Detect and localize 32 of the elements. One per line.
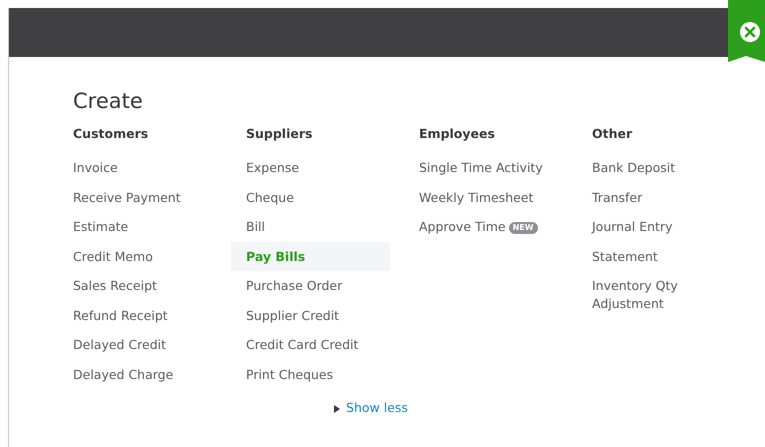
menu-item[interactable]: Transfer <box>577 182 736 212</box>
menu-item[interactable]: Bill <box>231 212 390 242</box>
menu-item[interactable]: Cheque <box>231 182 390 212</box>
column-heading: Other <box>592 126 634 142</box>
menu-item[interactable]: Single Time Activity <box>404 153 563 183</box>
caret-icon <box>334 404 340 413</box>
menu-item[interactable]: Refund Receipt <box>58 300 217 330</box>
close-button[interactable] <box>728 0 765 62</box>
column-heading: Suppliers <box>246 126 314 142</box>
menu-item[interactable]: Credit Card Credit <box>231 330 390 360</box>
show-less-link[interactable]: Show less <box>346 399 408 418</box>
menu-item[interactable]: Supplier Credit <box>231 300 390 330</box>
menu-item[interactable]: Credit Memo <box>58 242 217 272</box>
menu-item[interactable]: Inventory Qty Adjustment <box>577 271 736 318</box>
panel-title: Create <box>73 89 144 114</box>
new-badge: NEW <box>508 222 538 234</box>
menu-item[interactable]: Estimate <box>58 212 217 242</box>
menu-item[interactable]: Delayed Charge <box>58 360 217 390</box>
menu-item[interactable]: Print Cheques <box>231 360 390 390</box>
menu-item[interactable]: Statement <box>577 242 736 272</box>
menu-item[interactable]: Receive Payment <box>58 182 217 212</box>
menu-item[interactable]: Delayed Credit <box>58 330 217 360</box>
menu-item[interactable]: Bank Deposit <box>577 153 736 183</box>
menu-item[interactable]: Expense <box>231 153 390 183</box>
menu-item[interactable]: Purchase Order <box>231 271 390 301</box>
menu-item[interactable]: Sales Receipt <box>58 271 217 301</box>
menu-item[interactable]: Weekly Timesheet <box>404 182 563 212</box>
column-heading: Employees <box>419 126 496 142</box>
menu-item[interactable]: Journal Entry <box>577 212 736 242</box>
menu-item[interactable]: Invoice <box>58 153 217 183</box>
menu-item[interactable]: Approve Time NEW <box>404 212 563 242</box>
column-heading: Customers <box>73 126 150 142</box>
